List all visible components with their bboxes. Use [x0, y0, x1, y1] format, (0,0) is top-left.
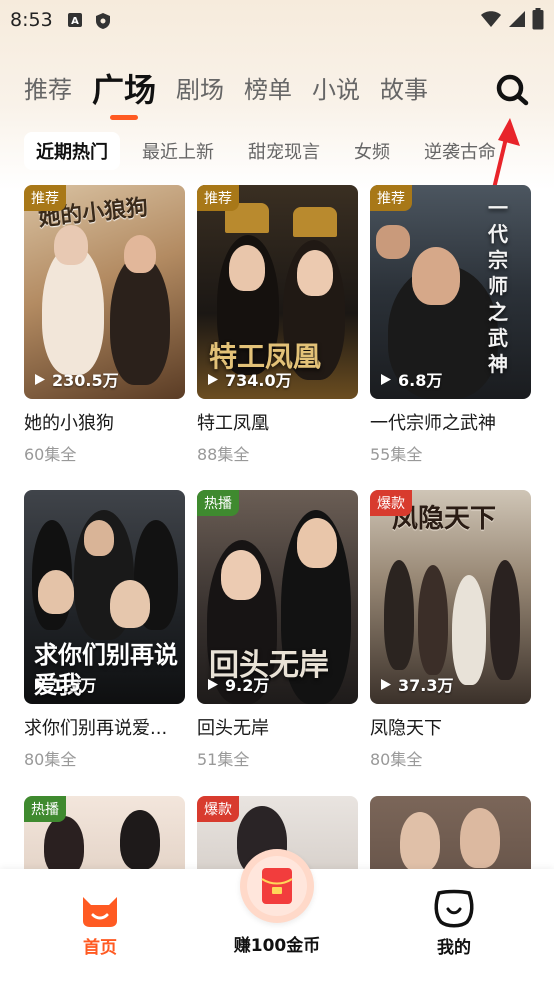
card-episodes: 55集全 — [370, 445, 423, 464]
play-count-value: 1.5万 — [52, 676, 97, 695]
play-icon — [208, 678, 218, 690]
chip-recently-added[interactable]: 最近上新 — [130, 132, 226, 170]
card-badge: 推荐 — [24, 185, 66, 211]
card-episodes: 80集全 — [370, 750, 423, 769]
tab-rankings[interactable]: 榜单 — [244, 70, 292, 110]
nav-home[interactable]: 首页 — [70, 891, 130, 958]
play-icon — [381, 678, 391, 690]
play-count: 230.5万 — [34, 367, 119, 391]
drama-card[interactable]: 特工凤凰 推荐 734.0万 特工凤凰 88集全 — [197, 185, 358, 465]
search-button[interactable] — [492, 70, 532, 110]
chip-recent-hot[interactable]: 近期热门 — [24, 132, 120, 170]
drama-card[interactable]: 一代宗师之武神 推荐 6.8万 一代宗师之武神 55集全 — [370, 185, 531, 465]
card-badge: 热播 — [24, 796, 66, 822]
drama-card[interactable]: 她的小狼狗 推荐 230.5万 她的小狼狗 60集全 — [24, 185, 185, 465]
card-title: 求你们别再说爱... — [24, 718, 168, 739]
play-count: 1.5万 — [34, 672, 96, 696]
drama-poster: 她的小狼狗 推荐 230.5万 — [24, 185, 185, 399]
tab-plaza[interactable]: 广场 — [92, 70, 156, 110]
drama-poster: 特工凤凰 推荐 734.0万 — [197, 185, 358, 399]
card-badge: 推荐 — [370, 185, 412, 211]
wifi-icon — [480, 10, 502, 32]
tab-recommend[interactable]: 推荐 — [24, 70, 72, 110]
search-icon — [496, 74, 529, 106]
card-episodes: 80集全 — [24, 750, 77, 769]
chip-comeback[interactable]: 逆袭古命 — [412, 132, 508, 170]
card-title: 凤隐天下 — [370, 718, 442, 739]
play-icon — [35, 678, 45, 690]
drama-poster: 一代宗师之武神 推荐 6.8万 — [370, 185, 531, 399]
poster-title-art: 一代宗师之武神 — [488, 196, 508, 376]
shield-icon — [95, 12, 111, 29]
card-title: 一代宗师之武神 — [370, 413, 496, 434]
play-count-value: 37.3万 — [398, 676, 454, 695]
drama-card[interactable]: 求你们别再说爱我 1.5万 求你们别再说爱... 80集全 — [24, 490, 185, 770]
drama-card[interactable]: 凤隐天下 爆款 37.3万 凤隐天下 80集全 — [370, 490, 531, 770]
play-count-value: 9.2万 — [225, 676, 270, 695]
nav-mine[interactable]: 我的 — [424, 889, 484, 958]
card-badge: 爆款 — [197, 796, 239, 822]
play-count-value: 734.0万 — [225, 371, 292, 390]
card-episodes: 60集全 — [24, 445, 77, 464]
main-tab-bar: 推荐 广场 剧场 榜单 小说 故事 — [24, 70, 448, 110]
battery-icon — [532, 8, 544, 34]
play-count: 6.8万 — [380, 367, 442, 391]
drama-poster: 回头无岸 热播 9.2万 — [197, 490, 358, 704]
drama-poster: 凤隐天下 爆款 37.3万 — [370, 490, 531, 704]
app-a-icon: A — [67, 12, 83, 28]
status-time: 8:53 — [10, 9, 53, 31]
play-count: 734.0万 — [207, 367, 292, 391]
card-badge: 推荐 — [197, 185, 239, 211]
chip-female[interactable]: 女频 — [342, 132, 402, 170]
play-count-value: 6.8万 — [398, 371, 443, 390]
bottom-navigation: 首页 赚100金币 我的 — [0, 849, 554, 984]
card-badge: 热播 — [197, 490, 239, 516]
card-badge: 爆款 — [370, 490, 412, 516]
card-episodes: 51集全 — [197, 750, 250, 769]
card-episodes: 88集全 — [197, 445, 250, 464]
category-chips: 近期热门 最近上新 甜宠现言 女频 逆袭古命 — [24, 132, 518, 170]
red-envelope-icon — [261, 868, 293, 904]
card-title: 回头无岸 — [197, 718, 269, 739]
chip-sweet-romance[interactable]: 甜宠现言 — [236, 132, 332, 170]
profile-face-icon — [434, 889, 474, 928]
play-icon — [35, 373, 45, 385]
signal-icon — [508, 10, 526, 32]
tab-theater[interactable]: 剧场 — [176, 70, 224, 110]
play-count-value: 230.5万 — [52, 371, 119, 390]
play-count: 9.2万 — [207, 672, 269, 696]
svg-text:A: A — [71, 16, 79, 27]
play-icon — [208, 373, 218, 385]
drama-poster: 求你们别再说爱我 1.5万 — [24, 490, 185, 704]
play-count: 37.3万 — [380, 672, 453, 696]
nav-mine-label: 我的 — [437, 938, 471, 958]
earn-coins-button[interactable] — [240, 849, 314, 923]
drama-card[interactable]: 回头无岸 热播 9.2万 回头无岸 51集全 — [197, 490, 358, 770]
nav-earn-label: 赚100金币 — [233, 936, 321, 956]
card-title: 她的小狼狗 — [24, 413, 114, 434]
play-icon — [381, 373, 391, 385]
nav-home-label: 首页 — [83, 938, 117, 958]
status-bar: 8:53 A — [0, 0, 554, 40]
tab-novels[interactable]: 小说 — [312, 70, 360, 110]
home-icon — [83, 897, 117, 927]
tab-stories[interactable]: 故事 — [380, 70, 428, 110]
status-icons — [480, 8, 544, 34]
nav-earn[interactable]: 赚100金币 — [217, 931, 337, 956]
card-title: 特工凤凰 — [197, 413, 269, 434]
